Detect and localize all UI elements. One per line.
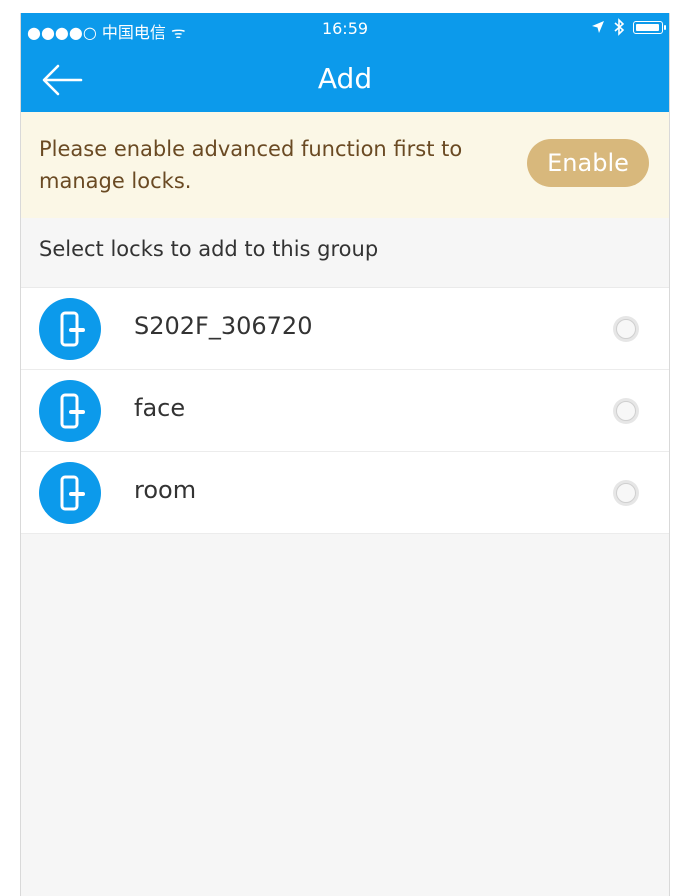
banner-message: Please enable advanced function first to… xyxy=(39,137,463,193)
enable-button[interactable]: Enable xyxy=(527,139,649,187)
lock-avatar xyxy=(39,462,101,524)
clock: 16:59 xyxy=(321,19,369,38)
page-title: Add xyxy=(317,62,373,95)
status-bar: ●●●●○ 中国电信 ᯤ 16:59 xyxy=(21,13,669,46)
door-lock-icon xyxy=(60,475,85,511)
location-arrow-icon xyxy=(592,21,604,33)
lock-name: room xyxy=(134,476,197,504)
list-item[interactable]: room xyxy=(21,452,669,534)
lock-avatar xyxy=(39,380,101,442)
lock-name: face xyxy=(134,394,186,422)
lock-name: S202F_306720 xyxy=(134,312,313,340)
nav-bar: Add xyxy=(21,46,669,112)
status-icons xyxy=(591,18,666,36)
advanced-function-banner: Please enable advanced function first to… xyxy=(21,112,669,218)
list-item[interactable]: S202F_306720 xyxy=(21,288,669,370)
section-header: Select locks to add to this group xyxy=(39,237,379,261)
select-radio[interactable] xyxy=(613,316,639,342)
select-radio[interactable] xyxy=(613,480,639,506)
lock-avatar xyxy=(39,298,101,360)
app-screen: ●●●●○ 中国电信 ᯤ 16:59 Add Please enable adv… xyxy=(20,13,670,896)
bluetooth-icon xyxy=(614,18,625,36)
door-lock-icon xyxy=(60,311,85,347)
door-lock-icon xyxy=(60,393,85,429)
battery-icon xyxy=(633,20,666,34)
list-item[interactable]: face xyxy=(21,370,669,452)
select-radio[interactable] xyxy=(613,398,639,424)
lock-list: S202F_306720 face room xyxy=(21,287,669,534)
